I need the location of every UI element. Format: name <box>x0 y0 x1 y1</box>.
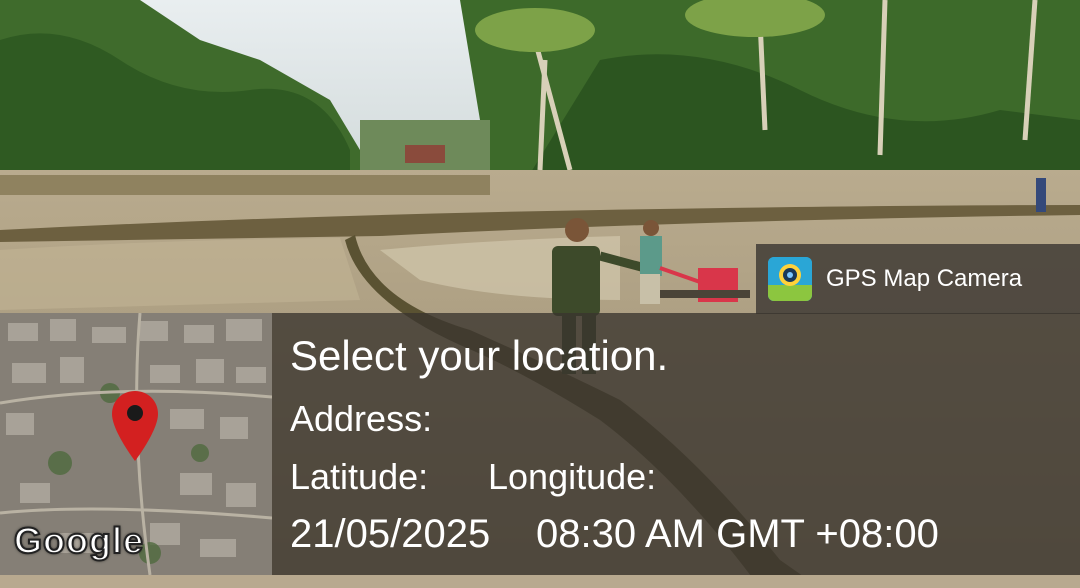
address-label: Address: <box>290 398 433 439</box>
gps-map-camera-app-icon <box>768 257 812 301</box>
app-name-label: GPS Map Camera <box>826 265 1023 292</box>
google-logo: Google <box>13 519 144 562</box>
map-pin-icon <box>112 391 158 461</box>
location-title: Select your location. <box>290 332 669 379</box>
latitude-label: Latitude: <box>290 456 429 497</box>
bottom-edge <box>0 575 1080 588</box>
time-stamp: 08:30 AM GMT +08:00 <box>536 512 939 556</box>
date-stamp: 21/05/2025 <box>290 512 491 556</box>
longitude-label: Longitude: <box>488 456 657 497</box>
